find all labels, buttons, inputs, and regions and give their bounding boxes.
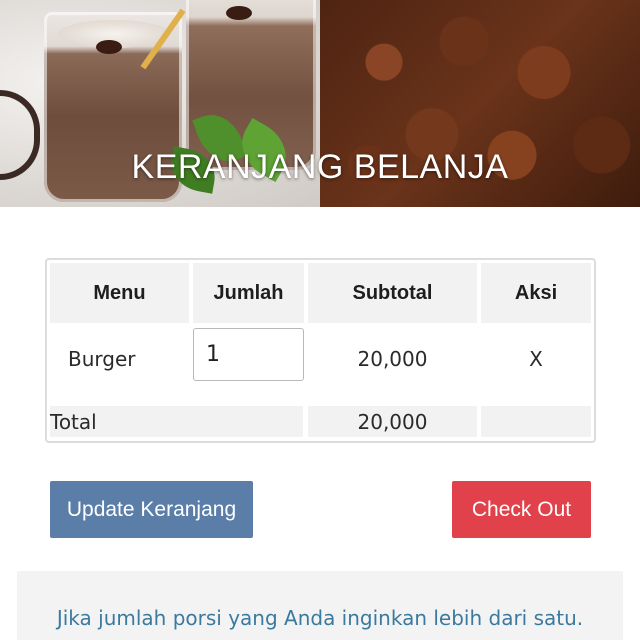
quantity-input[interactable] bbox=[193, 328, 304, 381]
cart-item-subtotal: 20,000 bbox=[357, 347, 428, 371]
info-text: Jika jumlah porsi yang Anda inginkan leb… bbox=[56, 606, 584, 630]
chocolate-piece-image bbox=[226, 6, 252, 20]
remove-item-button[interactable]: X bbox=[481, 330, 591, 388]
page-title: KERANJANG BELANJA bbox=[131, 148, 509, 186]
update-cart-button[interactable]: Update Keranjang bbox=[50, 481, 253, 538]
chocolate-piece-image bbox=[96, 40, 122, 54]
column-header-subtotal: Subtotal bbox=[308, 263, 477, 323]
cart-total-value: 20,000 bbox=[308, 406, 477, 437]
hero-banner: KERANJANG BELANJA bbox=[0, 0, 640, 207]
column-header-action: Aksi bbox=[481, 263, 591, 323]
cart-item-name: Burger bbox=[68, 347, 136, 371]
total-action-empty-cell bbox=[481, 406, 591, 437]
checkout-button[interactable]: Check Out bbox=[452, 481, 591, 538]
column-header-menu: Menu bbox=[50, 263, 189, 323]
total-label: Total bbox=[50, 406, 303, 437]
column-header-qty: Jumlah bbox=[193, 263, 304, 323]
